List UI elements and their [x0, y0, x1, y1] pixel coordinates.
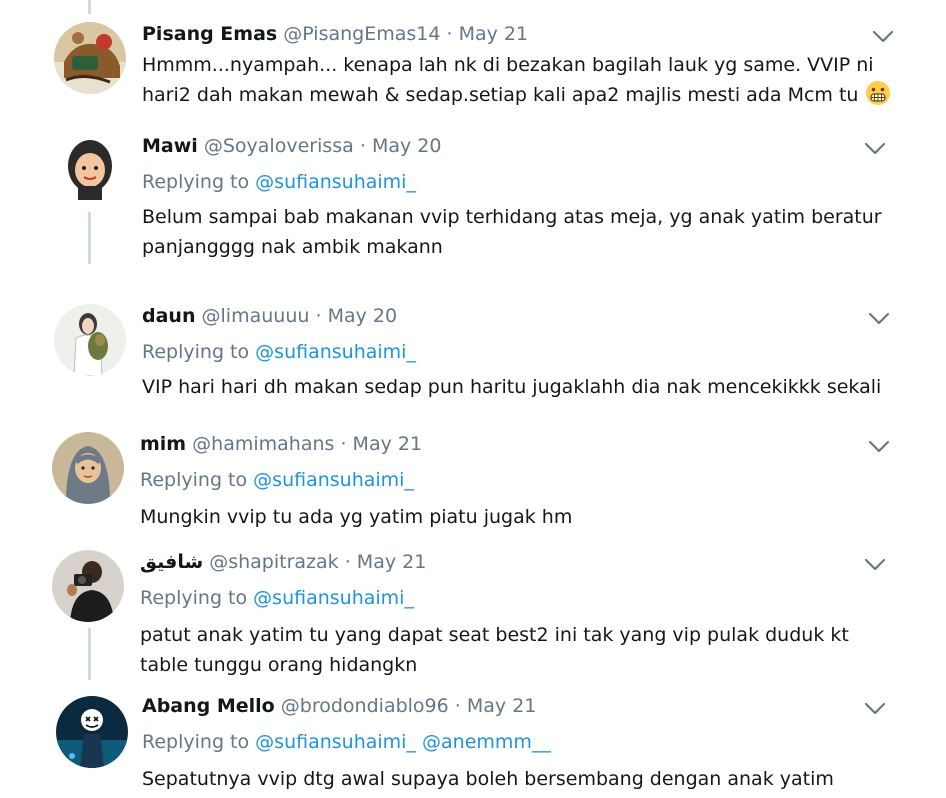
display-name[interactable]: mim [140, 433, 186, 455]
tweet[interactable]: daun @limauuuu · May 20 Replying to @suf… [0, 288, 946, 416]
tweet[interactable]: mim @hamimahans · May 21 Replying to @su… [0, 416, 946, 536]
avatar[interactable] [56, 696, 128, 768]
timestamp[interactable]: May 21 [459, 23, 529, 45]
replying-to: Replying to @sufiansuhaimi_ [142, 340, 416, 364]
tweet-text: Sepatutnya vvip dtg awal supaya boleh be… [142, 768, 834, 790]
separator-dot: · [315, 305, 322, 327]
grimacing-face-icon [865, 81, 890, 105]
tweet-text: Belum sampai bab makanan vvip terhidang … [142, 206, 882, 258]
chevron-down-icon[interactable] [864, 702, 886, 716]
separator-dot: · [454, 695, 461, 717]
display-name[interactable]: Pisang Emas [142, 23, 277, 45]
username[interactable]: @hamimahans [192, 433, 334, 455]
chevron-down-icon[interactable] [868, 312, 890, 326]
replying-label: Replying to [140, 587, 248, 609]
mention-link[interactable]: @sufiansuhaimi_ [255, 171, 416, 193]
tweet-header: Mawi @Soyaloverissa · May 20 [142, 134, 441, 158]
tweet[interactable]: Abang Mello @brodondiablo96 · May 21 Rep… [0, 684, 946, 798]
username[interactable]: @limauuuu [202, 305, 310, 327]
separator-dot: · [340, 433, 347, 455]
tweet-header: Abang Mello @brodondiablo96 · May 21 [142, 694, 536, 718]
mention-link[interactable]: @anemmm__ [422, 731, 551, 753]
timestamp[interactable]: May 20 [372, 135, 442, 157]
tweet-text: VIP hari hari dh makan sedap pun haritu … [142, 376, 882, 398]
mention-link[interactable]: @sufiansuhaimi_ [255, 341, 416, 363]
avatar[interactable] [54, 304, 126, 376]
username[interactable]: @PisangEmas14 [283, 23, 440, 45]
tweet-header: شافيق @shapitrazak · May 21 [140, 550, 426, 574]
tweet[interactable]: Mawi @Soyaloverissa · May 20 Replying to… [0, 118, 946, 288]
replying-label: Replying to [142, 341, 250, 363]
replying-label: Replying to [142, 171, 250, 193]
avatar[interactable] [54, 134, 126, 206]
username[interactable]: @brodondiablo96 [281, 695, 449, 717]
chevron-down-icon[interactable] [864, 142, 886, 156]
timestamp[interactable]: May 21 [353, 433, 423, 455]
mention-link[interactable]: @sufiansuhaimi_ [253, 469, 414, 491]
display-name[interactable]: daun [142, 305, 195, 327]
display-name[interactable]: Abang Mello [142, 695, 275, 717]
separator-dot: · [344, 551, 351, 573]
tweet-text: Mungkin vvip tu ada yg yatim piatu jugak… [140, 506, 573, 528]
display-name[interactable]: Mawi [142, 135, 198, 157]
tweet[interactable]: Pisang Emas @PisangEmas14 · May 21 Hmmm.… [0, 0, 946, 118]
replying-to: Replying to @sufiansuhaimi_ [140, 468, 414, 492]
separator-dot: · [446, 23, 453, 45]
tweet-header: Pisang Emas @PisangEmas14 · May 21 [142, 22, 528, 46]
tweet-text: Hmmm...nyampah... kenapa lah nk di bezak… [142, 50, 902, 110]
tweet[interactable]: شافيق @shapitrazak · May 21 Replying to … [0, 536, 946, 684]
chevron-down-icon[interactable] [872, 30, 894, 44]
username[interactable]: @Soyaloverissa [204, 135, 354, 157]
replying-to: Replying to @sufiansuhaimi_ [140, 586, 414, 610]
display-name[interactable]: شافيق [140, 551, 203, 573]
replying-label: Replying to [142, 731, 250, 753]
tweet-text-content: Hmmm...nyampah... kenapa lah nk di bezak… [142, 54, 874, 106]
separator-dot: · [359, 135, 366, 157]
tweet-header: mim @hamimahans · May 21 [140, 432, 422, 456]
timestamp[interactable]: May 20 [328, 305, 398, 327]
avatar[interactable] [52, 432, 124, 504]
replying-label: Replying to [140, 469, 248, 491]
mention-link[interactable]: @sufiansuhaimi_ [255, 731, 416, 753]
timestamp[interactable]: May 21 [357, 551, 427, 573]
avatar[interactable] [52, 550, 124, 622]
chevron-down-icon[interactable] [868, 440, 890, 454]
replying-to: Replying to @sufiansuhaimi_ @anemmm__ [142, 730, 551, 754]
mention-link[interactable]: @sufiansuhaimi_ [253, 587, 414, 609]
timestamp[interactable]: May 21 [467, 695, 537, 717]
tweet-header: daun @limauuuu · May 20 [142, 304, 397, 328]
replying-to: Replying to @sufiansuhaimi_ [142, 170, 416, 194]
tweet-text: patut anak yatim tu yang dapat seat best… [140, 624, 849, 676]
chevron-down-icon[interactable] [864, 558, 886, 572]
username[interactable]: @shapitrazak [209, 551, 338, 573]
avatar[interactable] [54, 22, 126, 94]
